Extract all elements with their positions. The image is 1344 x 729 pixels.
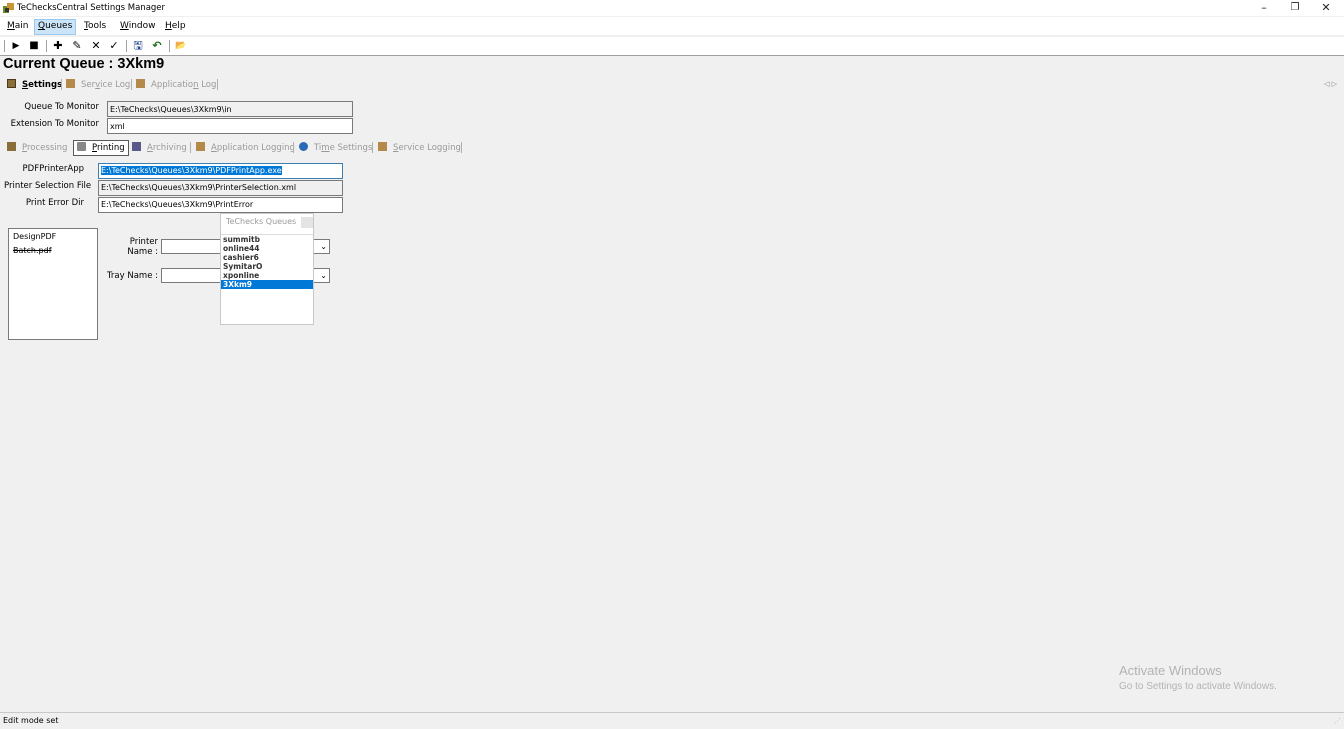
popup-title: TeChecks Queues xyxy=(226,217,297,226)
toolbar-grip xyxy=(4,40,5,52)
menu-window[interactable]: Window xyxy=(117,19,159,33)
window-title: TeChecksCentral Settings Manager xyxy=(17,3,166,13)
tab-divider xyxy=(217,79,218,90)
printer-selection-file-field[interactable]: E:\TeChecks\Queues\3Xkm9\PrinterSelectio… xyxy=(98,180,343,196)
minimize-button[interactable]: – xyxy=(1248,0,1280,16)
selected-text: E:\TeChecks\Queues\3Xkm9\PDFPrintApp.exe xyxy=(101,166,282,175)
menu-tools[interactable]: Tools xyxy=(81,19,109,33)
undo-icon[interactable]: ↶ xyxy=(150,39,164,53)
open-folder-icon[interactable]: 📂 xyxy=(174,39,188,53)
service-logging-tab-icon xyxy=(378,142,387,151)
printer-name-label-2: Name : xyxy=(127,247,158,257)
queue-to-monitor-field[interactable]: E:\TeChecks\Queues\3Xkm9\in xyxy=(107,101,353,117)
resize-grip-icon[interactable]: ⋰ xyxy=(1334,717,1341,725)
queue-item[interactable]: online44 xyxy=(221,244,313,253)
tab-divider xyxy=(190,142,191,153)
archiving-tab-icon xyxy=(132,142,141,151)
queue-to-monitor-label: Queue To Monitor xyxy=(24,102,99,112)
list-item[interactable]: Batch.pdf xyxy=(13,246,52,255)
queue-item[interactable]: cashier6 xyxy=(221,253,313,262)
application-logging-tab-icon xyxy=(196,142,205,151)
toolbar: ▶ ■ ✚ ✎ ✕ ✓ 🖫 ↶ 📂 xyxy=(0,37,1344,55)
tab-divider xyxy=(131,79,132,90)
close-button[interactable]: ✕ xyxy=(1310,0,1342,16)
queue-item[interactable]: summitb xyxy=(221,235,313,244)
tab-application-log[interactable]: Application Log xyxy=(134,77,216,93)
queue-selector-popup[interactable]: TeChecks Queues summitb online44 cashier… xyxy=(220,213,314,325)
menu-queues[interactable]: Queues xyxy=(34,19,77,35)
save-icon[interactable]: 🖫 xyxy=(131,39,145,53)
edit-icon[interactable]: ✎ xyxy=(70,39,84,53)
stop-icon[interactable]: ■ xyxy=(27,39,41,53)
status-text: Edit mode set xyxy=(3,716,59,725)
app-icon xyxy=(3,3,14,13)
play-icon[interactable]: ▶ xyxy=(9,39,23,53)
tab-printing[interactable]: Printing xyxy=(73,140,129,156)
tab-service-logging[interactable]: Service Logging xyxy=(376,140,461,156)
tab-service-log[interactable]: Service Log xyxy=(64,77,130,93)
pdf-printer-app-label: PDFPrinterApp xyxy=(22,164,84,174)
tab-divider xyxy=(461,142,462,153)
extension-to-monitor-field[interactable]: xml xyxy=(107,118,353,134)
popup-close-button[interactable] xyxy=(301,217,313,228)
queue-list[interactable]: summitb online44 cashier6 SymitarO xponl… xyxy=(221,234,313,323)
menu-main[interactable]: Main xyxy=(4,19,32,33)
printer-name-label: Printer xyxy=(129,237,158,247)
status-bar: Edit mode set ⋰ xyxy=(0,712,1344,729)
tab-scroll-arrows[interactable]: ◁ ▷ xyxy=(1324,80,1337,88)
list-item[interactable]: DesignPDF xyxy=(13,232,56,241)
tab-divider xyxy=(61,79,62,90)
queue-item-selected[interactable]: 3Xkm9 xyxy=(221,280,313,289)
tab-divider xyxy=(293,142,294,153)
queue-item[interactable]: xponline xyxy=(221,271,313,280)
menu-bar: Main Queues Tools Window Help xyxy=(0,17,1344,35)
clock-icon xyxy=(299,142,308,151)
toolbar-separator xyxy=(46,40,47,52)
title-bar: TeChecksCentral Settings Manager – ❐ ✕ xyxy=(0,0,1344,16)
printer-selection-file-label: Printer Selection File xyxy=(4,181,92,191)
restore-button[interactable]: ❐ xyxy=(1279,0,1311,16)
activation-watermark-subtitle: Go to Settings to activate Windows. xyxy=(1119,681,1277,692)
confirm-icon[interactable]: ✓ xyxy=(107,39,121,53)
settings-tab-icon xyxy=(7,79,16,88)
toolbar-separator xyxy=(169,40,170,52)
print-error-dir-field[interactable]: E:\TeChecks\Queues\3Xkm9\PrintError xyxy=(98,197,343,213)
add-icon[interactable]: ✚ xyxy=(51,39,65,53)
tray-name-label: Tray Name : xyxy=(106,271,158,281)
print-error-dir-label: Print Error Dir xyxy=(25,198,84,208)
tab-divider xyxy=(372,142,373,153)
application-log-tab-icon xyxy=(136,79,145,88)
printer-list[interactable]: DesignPDF Batch.pdf xyxy=(8,228,98,340)
tab-time-settings[interactable]: Time Settings xyxy=(297,140,372,156)
toolbar-separator xyxy=(126,40,127,52)
processing-tab-icon xyxy=(7,142,16,151)
delete-icon[interactable]: ✕ xyxy=(89,39,103,53)
queue-item[interactable]: SymitarO xyxy=(221,262,313,271)
tab-processing[interactable]: Processing xyxy=(5,140,67,156)
chevron-down-icon[interactable]: ⌄ xyxy=(320,240,327,253)
tab-settings[interactable]: Settings xyxy=(5,77,62,93)
printer-icon xyxy=(77,142,86,151)
current-queue-heading: Current Queue : 3Xkm9 xyxy=(3,56,165,72)
toolbar-divider xyxy=(0,55,1344,56)
service-log-tab-icon xyxy=(66,79,75,88)
activation-watermark-title: Activate Windows xyxy=(1119,663,1222,678)
chevron-down-icon[interactable]: ⌄ xyxy=(320,269,327,282)
menu-help[interactable]: Help xyxy=(162,19,189,33)
tab-application-logging[interactable]: Application Logging xyxy=(194,140,295,156)
extension-to-monitor-label: Extension To Monitor xyxy=(10,119,99,129)
tab-archiving[interactable]: Archiving xyxy=(130,140,187,156)
pdf-printer-app-field[interactable]: E:\TeChecks\Queues\3Xkm9\PDFPrintApp.exe xyxy=(98,163,343,179)
